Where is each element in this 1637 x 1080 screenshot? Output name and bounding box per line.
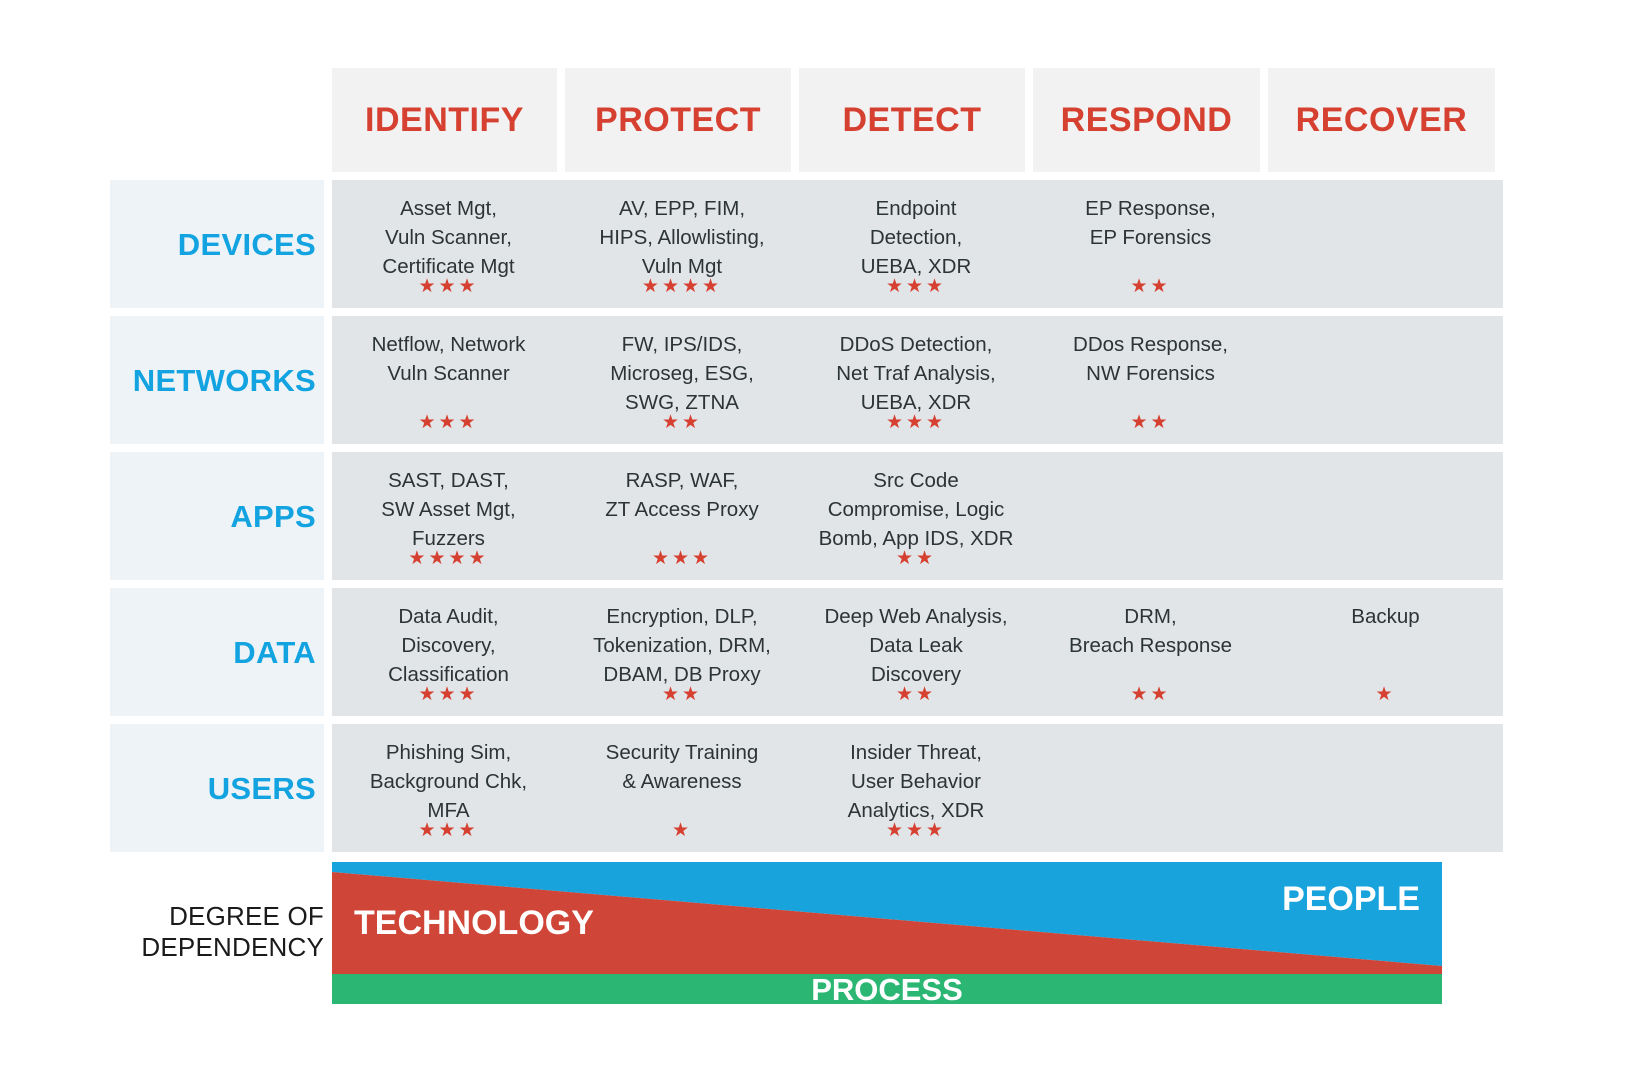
technology-band-label: TECHNOLOGY <box>354 904 594 942</box>
cell-controls-text: DRM, Breach Response <box>1069 605 1232 658</box>
matrix-cell-users-detect: Insider Threat, User Behavior Analytics,… <box>799 724 1033 852</box>
column-header-label: RESPOND <box>1060 101 1233 139</box>
column-header-detect: DETECT <box>799 68 1025 172</box>
degree-of-dependency-label: DEGREE OF DEPENDENCY <box>110 858 324 1006</box>
dependency-bands: TECHNOLOGY PEOPLE PROCESS <box>332 862 1442 1004</box>
cell-controls-text: AV, EPP, FIM, HIPS, Allowlisting, Vuln M… <box>599 197 765 279</box>
cell-controls-text: Security Training & Awareness <box>605 741 759 794</box>
row-header-label: USERS <box>207 770 316 806</box>
matrix-cell-networks-recover <box>1268 316 1503 444</box>
matrix-cell-users-protect: Security Training & Awareness ★ <box>565 724 799 852</box>
cell-controls-text: Asset Mgt, Vuln Scanner, Certificate Mgt <box>382 197 515 279</box>
process-band-label: PROCESS <box>811 972 963 1004</box>
cell-maturity-stars: ★★ <box>1130 412 1171 433</box>
cell-maturity-stars: ★★ <box>1130 684 1171 705</box>
matrix-cell-data-respond: DRM, Breach Response ★★ <box>1033 588 1268 716</box>
cell-maturity-stars: ★★★ <box>418 684 479 705</box>
dependency-label-line1: DEGREE OF <box>169 901 324 932</box>
matrix-cell-devices-recover <box>1268 180 1503 308</box>
column-header-identify: IDENTIFY <box>332 68 557 172</box>
grid-corner-spacer <box>110 68 324 172</box>
row-header-label: APPS <box>230 498 316 534</box>
dependency-label-line2: DEPENDENCY <box>141 932 324 962</box>
matrix-cell-apps-recover <box>1268 452 1503 580</box>
matrix-cell-users-respond <box>1033 724 1268 852</box>
cell-maturity-stars: ★★ <box>895 684 937 705</box>
cell-controls-text: SAST, DAST, SW Asset Mgt, Fuzzers <box>381 469 516 551</box>
row-header-users: USERS <box>110 724 324 852</box>
dependency-band-svg: TECHNOLOGY PEOPLE PROCESS <box>332 862 1442 1004</box>
cell-maturity-stars: ★★ <box>661 412 703 433</box>
degree-of-dependency-row: DEGREE OF DEPENDENCY TECHNOLOGY PEOPLE P… <box>110 858 1515 1006</box>
cell-controls-text: DDoS Detection, Net Traf Analysis, UEBA,… <box>836 333 996 415</box>
matrix-cell-devices-identify: Asset Mgt, Vuln Scanner, Certificate Mgt… <box>332 180 565 308</box>
matrix-cell-networks-identify: Netflow, Network Vuln Scanner ★★★ <box>332 316 565 444</box>
column-header-label: DETECT <box>842 101 982 139</box>
column-header-protect: PROTECT <box>565 68 791 172</box>
cell-controls-text: RASP, WAF, ZT Access Proxy <box>605 469 759 522</box>
matrix-cell-data-detect: Deep Web Analysis, Data Leak Discovery ★★ <box>799 588 1033 716</box>
cell-controls-text: DDos Response, NW Forensics <box>1073 333 1228 386</box>
row-header-label: DEVICES <box>177 226 316 262</box>
cell-maturity-stars: ★★★ <box>885 820 947 841</box>
cell-maturity-stars: ★★ <box>661 684 703 705</box>
cell-controls-text: Endpoint Detection, UEBA, XDR <box>860 197 972 279</box>
matrix-cell-devices-respond: EP Response, EP Forensics ★★ <box>1033 180 1268 308</box>
matrix-grid: IDENTIFY PROTECT DETECT RESPOND RECOVER … <box>110 68 1515 860</box>
matrix-cell-apps-identify: SAST, DAST, SW Asset Mgt, Fuzzers ★★★★ <box>332 452 565 580</box>
cell-maturity-stars: ★ <box>1375 684 1396 705</box>
matrix-cell-devices-protect: AV, EPP, FIM, HIPS, Allowlisting, Vuln M… <box>565 180 799 308</box>
cell-controls-text: FW, IPS/IDS, Microseg, ESG, SWG, ZTNA <box>610 333 754 415</box>
matrix-cell-apps-detect: Src Code Compromise, Logic Bomb, App IDS… <box>799 452 1033 580</box>
cell-maturity-stars: ★★ <box>895 548 937 569</box>
matrix-cell-data-identify: Data Audit, Discovery, Classification ★★★ <box>332 588 565 716</box>
cybersecurity-capability-matrix: IDENTIFY PROTECT DETECT RESPOND RECOVER … <box>0 0 1637 1080</box>
matrix-cell-devices-detect: Endpoint Detection, UEBA, XDR ★★★ <box>799 180 1033 308</box>
matrix-cell-data-protect: Encryption, DLP, Tokenization, DRM, DBAM… <box>565 588 799 716</box>
matrix-cell-networks-detect: DDoS Detection, Net Traf Analysis, UEBA,… <box>799 316 1033 444</box>
cell-controls-text: Deep Web Analysis, Data Leak Discovery <box>824 605 1008 687</box>
cell-maturity-stars: ★★★ <box>418 412 479 433</box>
cell-maturity-stars: ★★★ <box>885 412 947 433</box>
matrix-cell-users-identify: Phishing Sim, Background Chk, MFA ★★★ <box>332 724 565 852</box>
row-header-data: DATA <box>110 588 324 716</box>
column-header-recover: RECOVER <box>1268 68 1495 172</box>
cell-controls-text: Netflow, Network Vuln Scanner <box>371 333 526 386</box>
people-band-label: PEOPLE <box>1282 880 1420 918</box>
cell-maturity-stars: ★★★★ <box>408 548 489 569</box>
matrix-cell-networks-respond: DDos Response, NW Forensics ★★ <box>1033 316 1268 444</box>
matrix-cell-users-recover <box>1268 724 1503 852</box>
cell-maturity-stars: ★★ <box>1130 276 1171 297</box>
cell-controls-text: Src Code Compromise, Logic Bomb, App IDS… <box>818 469 1014 551</box>
cell-controls-text: Encryption, DLP, Tokenization, DRM, DBAM… <box>593 605 771 687</box>
row-header-networks: NETWORKS <box>110 316 324 444</box>
cell-maturity-stars: ★ <box>671 820 693 841</box>
cell-controls-text: Backup <box>1351 605 1420 628</box>
cell-controls-text: Insider Threat, User Behavior Analytics,… <box>847 741 985 823</box>
cell-controls-text: Phishing Sim, Background Chk, MFA <box>369 741 528 823</box>
row-header-devices: DEVICES <box>110 180 324 308</box>
column-header-label: RECOVER <box>1295 101 1468 139</box>
matrix-cell-data-recover: Backup ★ <box>1268 588 1503 716</box>
cell-controls-text: Data Audit, Discovery, Classification <box>388 605 509 687</box>
matrix-cell-apps-respond <box>1033 452 1268 580</box>
row-header-label: DATA <box>233 634 316 670</box>
row-header-label: NETWORKS <box>132 362 316 398</box>
row-header-apps: APPS <box>110 452 324 580</box>
column-header-label: PROTECT <box>595 101 761 139</box>
cell-maturity-stars: ★★★ <box>418 276 479 297</box>
cell-maturity-stars: ★★★ <box>418 820 479 841</box>
matrix-cell-networks-protect: FW, IPS/IDS, Microseg, ESG, SWG, ZTNA ★★ <box>565 316 799 444</box>
cell-maturity-stars: ★★★★ <box>641 276 723 297</box>
cell-maturity-stars: ★★★ <box>885 276 947 297</box>
column-header-label: IDENTIFY <box>365 101 524 139</box>
cell-maturity-stars: ★★★ <box>651 548 713 569</box>
column-header-respond: RESPOND <box>1033 68 1260 172</box>
cell-controls-text: EP Response, EP Forensics <box>1085 197 1216 250</box>
matrix-cell-apps-protect: RASP, WAF, ZT Access Proxy ★★★ <box>565 452 799 580</box>
